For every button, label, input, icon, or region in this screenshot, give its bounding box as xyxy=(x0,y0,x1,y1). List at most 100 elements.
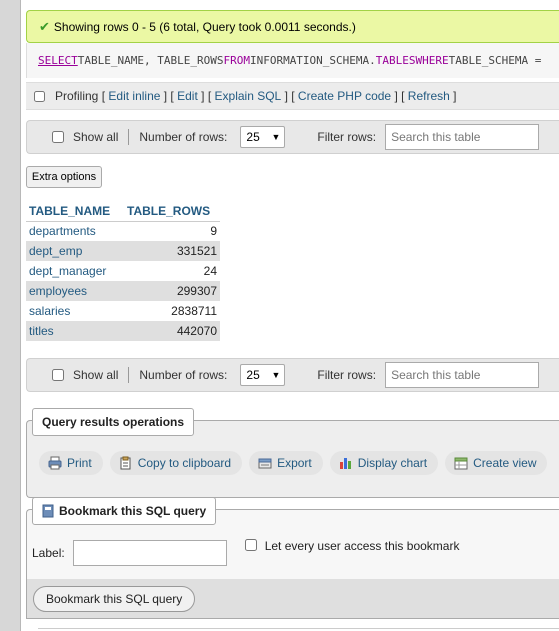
operations-toolbar: Print Copy to clipboard Export Display c… xyxy=(27,451,554,475)
sql-fragment: TABLE_SCHEMA = xyxy=(448,54,542,67)
bookmark-legend: Bookmark this SQL query xyxy=(32,497,217,525)
sql-table-name: TABLES xyxy=(375,54,416,67)
bookmark-icon xyxy=(42,504,54,518)
table-name-cell: employees xyxy=(26,281,122,301)
search-placeholder: Search this table xyxy=(391,130,481,144)
display-chart-label: Display chart xyxy=(357,456,428,470)
view-icon xyxy=(454,456,468,470)
bookmark-panel: Bookmark this SQL query Label: Let every… xyxy=(26,497,559,579)
table-row[interactable]: titles 442070 xyxy=(26,321,220,341)
edit-link[interactable]: Edit xyxy=(177,89,198,103)
bracket: ] [ xyxy=(284,89,295,103)
table-row[interactable]: departments 9 xyxy=(26,221,220,241)
rows-per-page-value: 25 xyxy=(246,368,260,382)
rows-label: Number of rows: xyxy=(139,130,228,144)
table-name-cell: salaries xyxy=(26,301,122,321)
table-row[interactable]: employees 299307 xyxy=(26,281,220,301)
divider xyxy=(128,129,130,145)
show-all-toggle[interactable]: Show all xyxy=(52,130,118,144)
bookmark-footer: Bookmark this SQL query xyxy=(26,579,559,619)
export-button[interactable]: Export xyxy=(249,451,323,475)
profiling-label: Profiling xyxy=(55,89,99,103)
sql-query-display[interactable]: SELECT TABLE_NAME, TABLE_ROWS FROM INFOR… xyxy=(26,43,559,78)
search-input[interactable]: Search this table xyxy=(385,362,540,388)
chevron-down-icon: ▼ xyxy=(271,132,281,142)
chart-icon xyxy=(339,456,353,470)
sql-fragment: TABLE_NAME, TABLE_ROWS xyxy=(77,54,224,67)
share-bookmark-toggle[interactable]: Let every user access this bookmark xyxy=(244,539,460,553)
create-view-button[interactable]: Create view xyxy=(445,451,548,475)
table-rows-cell: 2838711 xyxy=(122,301,220,321)
sql-keyword-from: FROM xyxy=(223,54,250,67)
bookmark-form-row: Label: Let every user access this bookma… xyxy=(32,539,460,566)
profiling-bar: Profiling [ Edit inline ] [ Edit ] [ Exp… xyxy=(26,82,559,110)
table-rows-cell: 331521 xyxy=(122,241,220,261)
show-all-label: Show all xyxy=(73,130,119,144)
table-row[interactable]: dept_manager 24 xyxy=(26,261,220,281)
rows-label: Number of rows: xyxy=(139,368,228,382)
show-all-label: Show all xyxy=(73,368,119,382)
sql-keyword-where: WHERE xyxy=(415,54,449,67)
bookmark-label-text: Label: xyxy=(32,546,65,560)
bookmark-legend-text: Bookmark this SQL query xyxy=(59,504,207,518)
filter-label: Filter rows: xyxy=(317,368,377,382)
extra-options-button[interactable]: Extra options xyxy=(26,166,102,188)
create-view-label: Create view xyxy=(473,456,537,470)
export-label: Export xyxy=(277,456,312,470)
share-bookmark-label: Let every user access this bookmark xyxy=(264,539,460,553)
refresh-link[interactable]: Refresh xyxy=(408,89,450,103)
sql-fragment: INFORMATION_SCHEMA. xyxy=(249,54,376,67)
chevron-down-icon: ▼ xyxy=(271,370,281,380)
printer-icon xyxy=(48,456,62,470)
table-row[interactable]: dept_emp 331521 xyxy=(26,241,220,261)
left-panel-edge xyxy=(0,0,21,631)
export-icon xyxy=(258,456,272,470)
share-bookmark-checkbox[interactable] xyxy=(244,539,257,551)
success-message: ✔ Showing rows 0 - 5 (6 total, Query too… xyxy=(26,10,559,43)
profiling-checkbox[interactable] xyxy=(34,90,45,102)
column-header-table-rows[interactable]: TABLE_ROWS xyxy=(122,201,220,222)
sql-keyword-select[interactable]: SELECT xyxy=(38,54,78,67)
table-name-cell: titles xyxy=(26,321,122,341)
query-results-operations-panel: Query results operations Print Copy to c… xyxy=(26,408,559,498)
explain-sql-link[interactable]: Explain SQL xyxy=(215,89,282,103)
divider xyxy=(128,367,130,383)
show-all-checkbox[interactable] xyxy=(52,369,64,381)
print-label: Print xyxy=(67,456,92,470)
bracket: [ xyxy=(101,89,106,103)
show-all-toggle[interactable]: Show all xyxy=(52,368,118,382)
navigation-bar-bottom: Show all Number of rows: 25 ▼ Filter row… xyxy=(26,358,559,392)
bracket: ] [ xyxy=(201,89,212,103)
success-text: Showing rows 0 - 5 (6 total, Query took … xyxy=(53,19,356,34)
copy-to-clipboard-label: Copy to clipboard xyxy=(137,456,232,470)
table-row[interactable]: salaries 2838711 xyxy=(26,301,220,321)
print-button[interactable]: Print xyxy=(39,451,103,475)
table-name-cell: dept_manager xyxy=(26,261,122,281)
edit-inline-link[interactable]: Edit inline xyxy=(108,89,160,103)
bookmark-submit-button[interactable]: Bookmark this SQL query xyxy=(33,586,196,612)
column-header-table-name[interactable]: TABLE_NAME xyxy=(26,201,122,222)
table-rows-cell: 9 xyxy=(122,221,220,241)
bracket: ] xyxy=(453,89,457,103)
results-table: TABLE_NAME TABLE_ROWS departments 9 dept… xyxy=(26,201,220,341)
divider xyxy=(38,628,559,629)
rows-per-page-value: 25 xyxy=(246,130,260,144)
bracket: ] [ xyxy=(394,89,405,103)
table-rows-cell: 299307 xyxy=(122,281,220,301)
table-name-cell: dept_emp xyxy=(26,241,122,261)
filter-label: Filter rows: xyxy=(317,130,377,144)
display-chart-button[interactable]: Display chart xyxy=(329,451,439,475)
rows-per-page-select[interactable]: 25 ▼ xyxy=(240,364,286,386)
bookmark-label-input[interactable] xyxy=(72,540,227,566)
create-php-code-link[interactable]: Create PHP code xyxy=(298,89,391,103)
search-input[interactable]: Search this table xyxy=(385,124,540,150)
check-icon: ✔ xyxy=(39,18,50,34)
rows-per-page-select[interactable]: 25 ▼ xyxy=(240,126,286,148)
search-placeholder: Search this table xyxy=(391,368,481,382)
table-rows-cell: 24 xyxy=(122,261,220,281)
table-rows-cell: 442070 xyxy=(122,321,220,341)
bracket: ] [ xyxy=(163,89,174,103)
show-all-checkbox[interactable] xyxy=(52,131,64,143)
main-content: ✔ Showing rows 0 - 5 (6 total, Query too… xyxy=(26,0,559,631)
copy-to-clipboard-button[interactable]: Copy to clipboard xyxy=(109,451,243,475)
